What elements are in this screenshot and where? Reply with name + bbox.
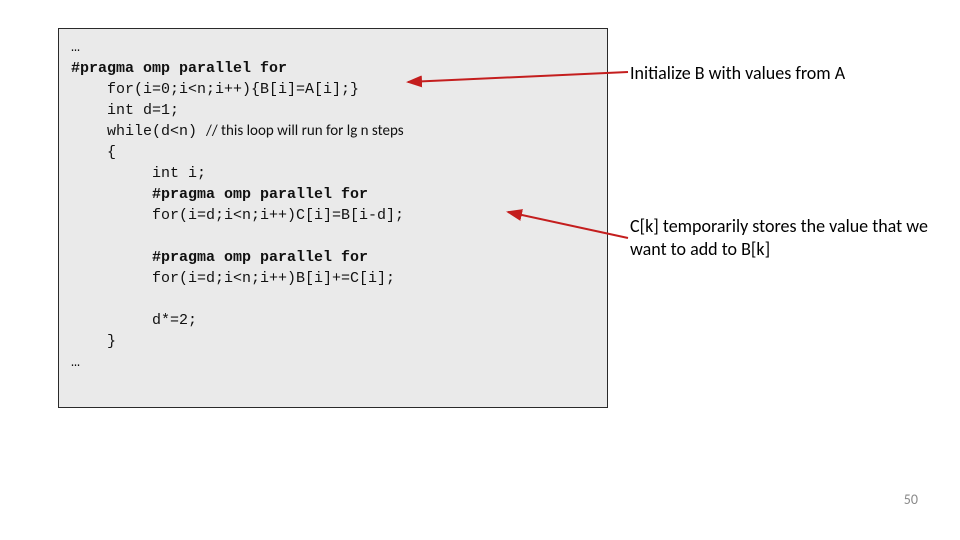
- code-line: while(d<n): [71, 123, 206, 140]
- code-line: {: [71, 144, 116, 161]
- code-line: …: [71, 354, 80, 371]
- annotation-init: Initialize B with values from A: [630, 62, 940, 85]
- code-line: #pragma omp parallel for: [71, 186, 368, 203]
- code-line: }: [71, 333, 116, 350]
- page-number: 50: [904, 491, 918, 508]
- annotation-temp: C[k] temporarily stores the value that w…: [630, 215, 940, 260]
- code-line: int d=1;: [71, 102, 179, 119]
- code-comment: // this loop will run for lg n steps: [206, 122, 404, 140]
- code-line: for(i=d;i<n;i++)C[i]=B[i-d];: [71, 207, 404, 224]
- code-line: for(i=d;i<n;i++)B[i]+=C[i];: [71, 270, 395, 287]
- code-line: for(i=0;i<n;i++){B[i]=A[i];}: [71, 81, 359, 98]
- code-line: #pragma omp parallel for: [71, 249, 368, 266]
- code-line: int i;: [71, 165, 206, 182]
- code-block: … #pragma omp parallel for for(i=0;i<n;i…: [58, 28, 608, 408]
- code-line: …: [71, 39, 80, 56]
- code-line: #pragma omp parallel for: [71, 60, 287, 77]
- code-line: d*=2;: [71, 312, 197, 329]
